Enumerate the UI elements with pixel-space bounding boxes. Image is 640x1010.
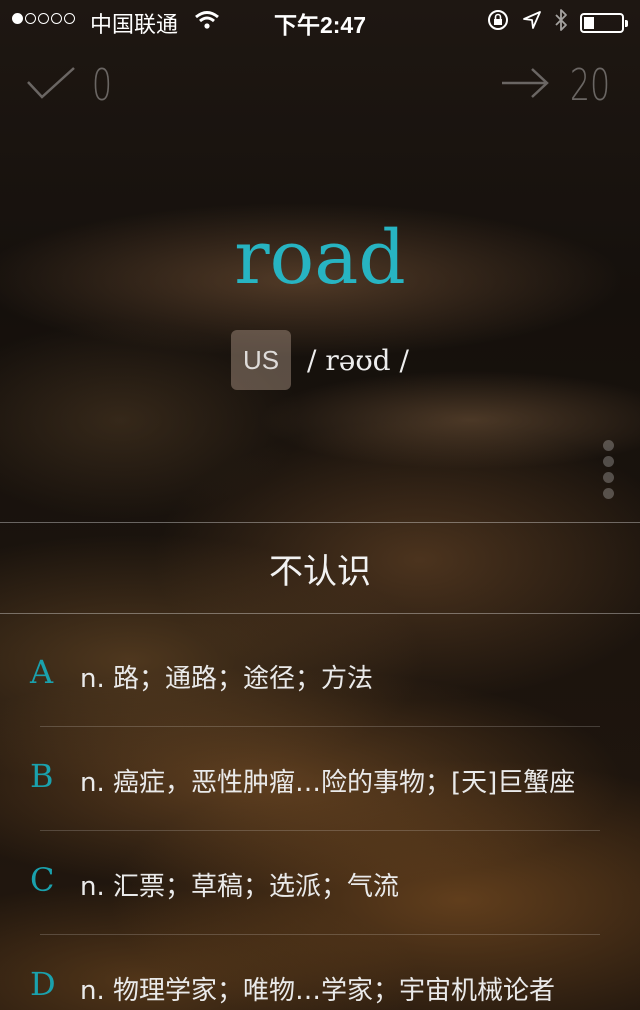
answer-options: A n. 路；通路；途径；方法 B n. 癌症，恶性肿瘤…险的事物；[天]巨蟹座… — [0, 623, 640, 1010]
option-definition: n. 汇票；草稿；选派；气流 — [80, 872, 400, 902]
option-letter: B — [30, 757, 54, 795]
answer-option-d[interactable]: D n. 物理学家；唯物…学家；宇宙机械论者 — [0, 935, 640, 1010]
rotation-lock-icon — [486, 8, 510, 38]
status-bar: 中国联通 下午2:47 — [0, 0, 640, 40]
location-arrow-icon — [522, 10, 542, 36]
check-icon — [26, 60, 76, 111]
bluetooth-icon — [554, 8, 568, 38]
option-letter: A — [30, 653, 54, 691]
known-count: 0 — [91, 60, 113, 111]
arrow-right-icon — [500, 60, 550, 111]
remaining-counter[interactable]: 20 — [500, 60, 618, 111]
phonetic-transcription: / rəʊd / — [307, 343, 409, 377]
option-letter: D — [30, 965, 56, 1003]
option-letter: C — [30, 861, 55, 899]
option-definition: n. 路；通路；途径；方法 — [80, 664, 374, 694]
known-counter[interactable]: 0 — [26, 60, 116, 111]
dont-know-button[interactable]: 不认识 — [0, 522, 640, 614]
option-definition: n. 物理学家；唯物…学家；宇宙机械论者 — [80, 976, 556, 1006]
option-definition: n. 癌症，恶性肿瘤…险的事物；[天]巨蟹座 — [80, 768, 576, 798]
us-pronunciation-button[interactable]: US — [231, 330, 292, 390]
answer-option-a[interactable]: A n. 路；通路；途径；方法 — [0, 623, 640, 727]
battery-icon — [580, 13, 628, 33]
answer-option-c[interactable]: C n. 汇票；草稿；选派；气流 — [0, 831, 640, 935]
vocabulary-word: road — [234, 215, 406, 301]
more-options-icon[interactable] — [603, 440, 614, 499]
pronunciation-row: US / rəʊd / — [0, 330, 640, 390]
remaining-count: 20 — [569, 60, 611, 111]
answer-option-b[interactable]: B n. 癌症，恶性肿瘤…险的事物；[天]巨蟹座 — [0, 727, 640, 831]
